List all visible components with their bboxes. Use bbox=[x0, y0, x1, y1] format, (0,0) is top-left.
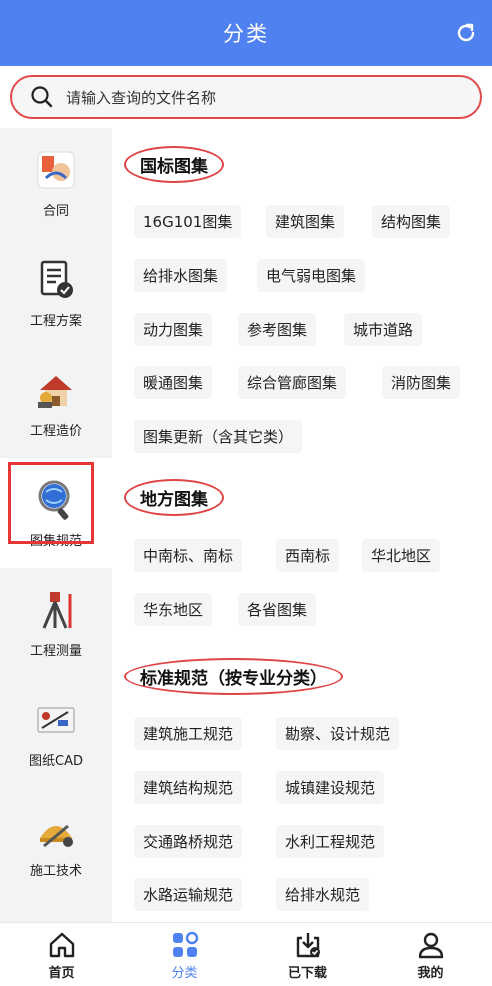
sidebar-item-label: 工程测量 bbox=[29, 643, 82, 659]
tab-label: 首页 bbox=[48, 965, 75, 981]
tag-east-china[interactable]: 华东地区 bbox=[134, 593, 213, 626]
sidebar-item-contract[interactable]: 合同 bbox=[0, 128, 112, 238]
header-bar: 分类 bbox=[0, 0, 492, 66]
sidebar-item-label: 合同 bbox=[42, 203, 69, 219]
tag-waterway-transport-spec[interactable]: 水路运输规范 bbox=[134, 878, 243, 911]
cad-drawing-icon bbox=[37, 707, 75, 732]
sidebar-item-label: 图纸CAD bbox=[29, 753, 83, 769]
tag-16g101-atlas[interactable]: 16G101图集 bbox=[134, 205, 242, 238]
sidebar-item-atlas-standards[interactable]: 图集规范 bbox=[0, 458, 112, 568]
tab-label: 分类 bbox=[171, 965, 198, 981]
tab-label: 已下载 bbox=[287, 965, 327, 981]
tag-utility-tunnel-atlas[interactable]: 综合管廊图集 bbox=[238, 366, 347, 399]
tag-construction-spec[interactable]: 建筑施工规范 bbox=[134, 717, 243, 750]
tag-electrical-atlas[interactable]: 电气弱电图集 bbox=[257, 259, 366, 292]
tag-provincial-atlas[interactable]: 各省图集 bbox=[238, 593, 317, 626]
tag-city-road[interactable]: 城市道路 bbox=[344, 313, 423, 346]
sidebar-item-label: 工程造价 bbox=[29, 423, 82, 439]
search-icon bbox=[31, 86, 53, 108]
tag-survey-design-spec[interactable]: 勘察、设计规范 bbox=[276, 717, 400, 750]
category-content: 国标图集 16G101图集 建筑图集 结构图集 给排水图集 电气弱电图集 动力图… bbox=[112, 128, 492, 922]
document-check-icon bbox=[40, 260, 73, 298]
tag-north-china[interactable]: 华北地区 bbox=[362, 539, 441, 572]
search-input[interactable]: 请输入查询的文件名称 bbox=[10, 75, 482, 119]
section-title-standards-by-discipline: 标准规范（按专业分类） bbox=[124, 658, 343, 695]
sidebar-item-engineering-survey[interactable]: 工程测量 bbox=[0, 568, 112, 678]
tag-hvac-atlas[interactable]: 暖通图集 bbox=[134, 366, 213, 399]
tag-southwest-standard[interactable]: 西南标 bbox=[276, 539, 340, 572]
tag-structure-atlas[interactable]: 结构图集 bbox=[372, 205, 451, 238]
sidebar-item-label: 施工技术 bbox=[29, 863, 82, 879]
tag-architecture-atlas[interactable]: 建筑图集 bbox=[266, 205, 345, 238]
active-highlight-frame bbox=[8, 462, 94, 544]
sidebar-item-engineering-plan[interactable]: 工程方案 bbox=[0, 238, 112, 348]
sidebar-item-label: 工程方案 bbox=[29, 313, 82, 329]
tag-atlas-updates[interactable]: 图集更新（含其它类） bbox=[134, 420, 303, 453]
home-icon bbox=[49, 932, 74, 957]
tag-structural-spec[interactable]: 建筑结构规范 bbox=[134, 771, 243, 804]
contract-icon bbox=[37, 151, 75, 188]
tag-reference-atlas[interactable]: 参考图集 bbox=[238, 313, 317, 346]
download-icon bbox=[296, 932, 320, 957]
tab-category[interactable]: 分类 bbox=[123, 923, 246, 986]
tab-mine[interactable]: 我的 bbox=[369, 923, 492, 986]
user-icon bbox=[418, 932, 443, 958]
tag-fire-atlas[interactable]: 消防图集 bbox=[382, 366, 461, 399]
tab-downloaded[interactable]: 已下载 bbox=[246, 923, 369, 986]
tag-water-conservancy-spec[interactable]: 水利工程规范 bbox=[276, 825, 385, 858]
tab-label: 我的 bbox=[417, 965, 444, 981]
refresh-icon[interactable] bbox=[454, 21, 478, 45]
tag-power-atlas[interactable]: 动力图集 bbox=[134, 313, 213, 346]
search-placeholder: 请输入查询的文件名称 bbox=[66, 88, 217, 107]
section-title-national-atlas: 国标图集 bbox=[124, 146, 224, 183]
search-area: 请输入查询的文件名称 bbox=[0, 66, 492, 128]
sidebar-item-engineering-cost[interactable]: 工程造价 bbox=[0, 348, 112, 458]
bottom-tab-bar: 首页 分类 已下载 我的 bbox=[0, 922, 492, 986]
surveying-tripod-icon bbox=[42, 591, 72, 629]
tag-plumbing-spec[interactable]: 给排水规范 bbox=[276, 878, 370, 911]
sidebar-item-drawing-cad[interactable]: 图纸CAD bbox=[0, 678, 112, 788]
tag-road-bridge-spec[interactable]: 交通路桥规范 bbox=[134, 825, 243, 858]
sidebar-item-construction-tech[interactable]: 施工技术 bbox=[0, 788, 112, 898]
construction-tools-icon bbox=[40, 824, 73, 847]
tag-plumbing-atlas[interactable]: 给排水图集 bbox=[134, 259, 228, 292]
tag-urban-construction-spec[interactable]: 城镇建设规范 bbox=[276, 771, 385, 804]
tab-home[interactable]: 首页 bbox=[0, 923, 123, 986]
category-sidebar: 合同 工程方案 工程造价 图集规范 工程测量 图纸CAD 施工技术 bbox=[0, 128, 112, 922]
house-calculator-icon bbox=[38, 375, 72, 408]
tag-central-south-standard[interactable]: 中南标、南标 bbox=[134, 539, 243, 572]
section-title-local-atlas: 地方图集 bbox=[124, 479, 224, 516]
grid-icon bbox=[172, 931, 198, 957]
page-title: 分类 bbox=[223, 22, 269, 46]
